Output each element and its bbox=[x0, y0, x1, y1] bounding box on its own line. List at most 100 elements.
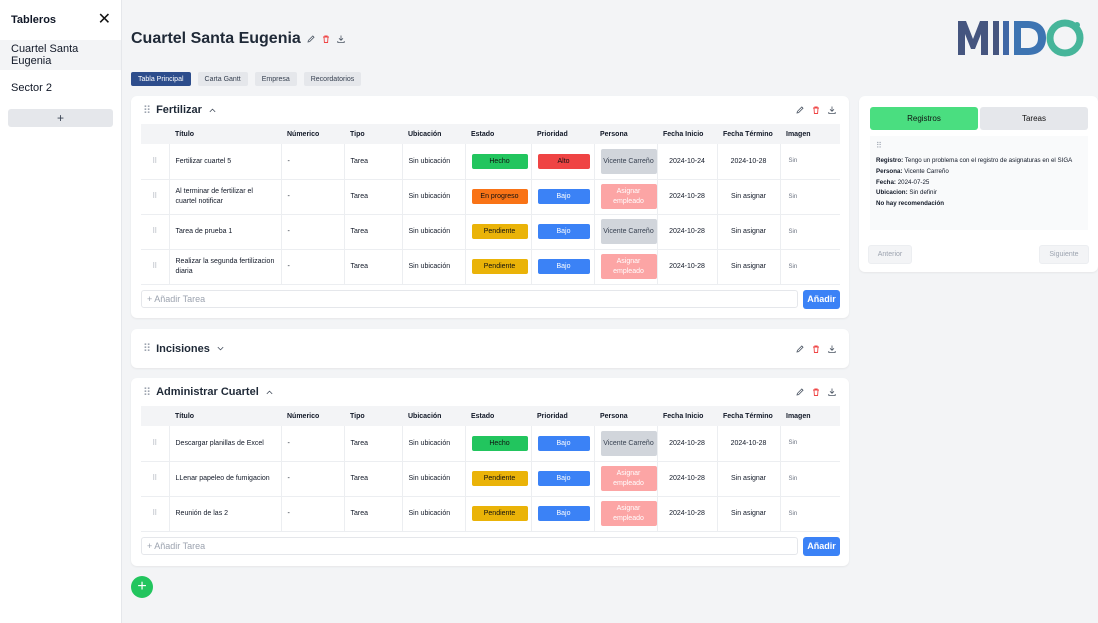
drag-handle-icon[interactable]: ⠿ bbox=[143, 386, 151, 399]
cell-inicio: 2024-10-28 bbox=[657, 426, 718, 462]
drag-handle-icon[interactable]: ⠿ bbox=[141, 144, 170, 180]
download-icon[interactable] bbox=[827, 387, 837, 397]
person-assign-button[interactable]: Vicente Carreño bbox=[600, 148, 657, 174]
person-assign-button[interactable]: Vicente Carreño bbox=[600, 219, 657, 244]
cell-titulo[interactable]: Al terminar de fertilizar el cuartel not… bbox=[169, 179, 282, 215]
person-assign-button[interactable]: Asignar empleado bbox=[600, 501, 657, 526]
next-button[interactable]: Siguiente bbox=[1039, 245, 1089, 264]
date-label: Fecha: bbox=[876, 178, 896, 186]
broken-image-icon[interactable]: Sin bbox=[787, 158, 835, 164]
broken-image-icon[interactable]: Sin bbox=[787, 511, 835, 517]
drag-handle-icon[interactable]: ⠿ bbox=[141, 426, 170, 462]
tab-recordatorios[interactable]: Recordatorios bbox=[303, 72, 362, 86]
cell-titulo[interactable]: LLenar papeleo de fumigacion bbox=[169, 461, 282, 497]
cell-prioridad: Bajo bbox=[531, 461, 595, 497]
cell-imagen[interactable]: Sin bbox=[780, 426, 840, 462]
cell-persona: Asignar empleado bbox=[594, 461, 658, 497]
drag-handle-icon[interactable]: ⠿ bbox=[141, 179, 170, 215]
chevron-up-icon[interactable] bbox=[208, 106, 217, 115]
edit-icon[interactable] bbox=[795, 105, 805, 115]
tab-registros[interactable]: Registros bbox=[870, 107, 978, 130]
record-location: Ubicacion: Sin definir bbox=[876, 188, 1082, 197]
add-task-button[interactable]: Añadir bbox=[803, 536, 840, 556]
person-assign-button[interactable]: Asignar empleado bbox=[600, 184, 657, 209]
cell-imagen[interactable]: Sin bbox=[780, 249, 840, 285]
status-badge[interactable]: Pendiente bbox=[471, 471, 528, 486]
status-badge[interactable]: En progreso bbox=[471, 189, 528, 204]
person-label: Persona: bbox=[876, 167, 903, 175]
tab-carta-gantt[interactable]: Carta Gantt bbox=[197, 72, 248, 86]
record-date: Fecha: 2024-07-25 bbox=[876, 178, 1082, 187]
drag-handle-icon[interactable]: ⠿ bbox=[141, 496, 170, 532]
priority-badge[interactable]: Bajo bbox=[537, 506, 590, 521]
add-group-button[interactable]: + bbox=[131, 576, 153, 598]
sidebar-item-cuartel-santa-eugenia[interactable]: Cuartel Santa Eugenia bbox=[0, 40, 121, 70]
column-header: Fecha Inicio bbox=[657, 124, 717, 144]
priority-badge[interactable]: Bajo bbox=[537, 471, 590, 486]
cell-imagen[interactable]: Sin bbox=[780, 214, 840, 250]
status-badge[interactable]: Pendiente bbox=[471, 224, 528, 239]
person-assign-button[interactable]: Vicente Carreño bbox=[600, 430, 657, 456]
cell-titulo[interactable]: Fertilizar cuartel 5 bbox=[169, 144, 282, 180]
trash-icon[interactable] bbox=[811, 105, 821, 115]
status-badge[interactable]: Hecho bbox=[471, 153, 528, 169]
priority-badge[interactable]: Bajo bbox=[537, 435, 590, 451]
tab-empresa[interactable]: Empresa bbox=[254, 72, 297, 86]
broken-image-icon[interactable]: Sin bbox=[787, 194, 835, 200]
drag-handle-icon[interactable]: ⠿ bbox=[143, 104, 151, 117]
cell-titulo[interactable]: Tarea de prueba 1 bbox=[169, 214, 282, 250]
edit-icon[interactable] bbox=[306, 34, 316, 44]
broken-image-icon[interactable]: Sin bbox=[787, 440, 835, 446]
drag-handle-icon[interactable]: ⠿ bbox=[141, 214, 170, 250]
previous-button[interactable]: Anterior bbox=[868, 245, 912, 264]
cell-tipo: Tarea bbox=[344, 249, 403, 285]
status-badge[interactable]: Hecho bbox=[471, 435, 528, 451]
download-icon[interactable] bbox=[827, 344, 837, 354]
add-task-button[interactable]: Añadir bbox=[803, 289, 840, 309]
broken-image-icon[interactable]: Sin bbox=[787, 264, 835, 270]
drag-handle-icon[interactable]: ⠿ bbox=[141, 461, 170, 497]
drag-handle-icon[interactable]: ⠿ bbox=[141, 249, 170, 285]
priority-badge[interactable]: Bajo bbox=[537, 259, 590, 274]
tab-tareas[interactable]: Tareas bbox=[980, 107, 1088, 130]
recommendation: No hay recomendación bbox=[876, 199, 1082, 208]
status-badge[interactable]: Pendiente bbox=[471, 259, 528, 274]
add-task-input[interactable]: + Añadir Tarea bbox=[141, 290, 798, 308]
cell-imagen[interactable]: Sin bbox=[780, 144, 840, 180]
tab-tabla-principal[interactable]: Tabla Principal bbox=[131, 72, 191, 86]
board-title: Incisiones bbox=[156, 342, 210, 355]
cell-titulo[interactable]: Realizar la segunda fertilizacion diaria bbox=[169, 249, 282, 285]
priority-badge[interactable]: Bajo bbox=[537, 224, 590, 239]
trash-icon[interactable] bbox=[321, 34, 331, 44]
priority-badge[interactable]: Bajo bbox=[537, 189, 590, 204]
status-badge[interactable]: Pendiente bbox=[471, 506, 528, 521]
trash-icon[interactable] bbox=[811, 387, 821, 397]
sidebar-item-sector-2[interactable]: Sector 2 bbox=[0, 73, 121, 103]
chevron-down-icon[interactable] bbox=[216, 344, 225, 353]
close-icon[interactable]: ✕ bbox=[98, 12, 111, 28]
cell-persona: Vicente Carreño bbox=[594, 144, 658, 180]
cell-ubicacion: Sin ubicación bbox=[402, 249, 466, 285]
cell-imagen[interactable]: Sin bbox=[780, 461, 840, 497]
chevron-up-icon[interactable] bbox=[265, 388, 274, 397]
board-header: ⠿ Administrar Cuartel bbox=[131, 378, 849, 406]
person-assign-button[interactable]: Asignar empleado bbox=[600, 254, 657, 279]
person-assign-button[interactable]: Asignar empleado bbox=[600, 466, 657, 491]
edit-icon[interactable] bbox=[795, 344, 805, 354]
cell-imagen[interactable]: Sin bbox=[780, 179, 840, 215]
edit-icon[interactable] bbox=[795, 387, 805, 397]
cell-imagen[interactable]: Sin bbox=[780, 496, 840, 532]
broken-image-icon[interactable]: Sin bbox=[787, 476, 835, 482]
cell-titulo[interactable]: Reunión de las 2 bbox=[169, 496, 282, 532]
download-icon[interactable] bbox=[336, 34, 346, 44]
add-board-button[interactable]: + bbox=[8, 109, 113, 127]
priority-badge[interactable]: Alto bbox=[537, 153, 590, 169]
cell-termino: Sin asignar bbox=[717, 461, 781, 497]
cell-titulo[interactable]: Descargar planillas de Excel bbox=[169, 426, 282, 462]
download-icon[interactable] bbox=[827, 105, 837, 115]
trash-icon[interactable] bbox=[811, 344, 821, 354]
drag-handle-icon[interactable]: ⠿ bbox=[143, 342, 151, 355]
record-value: Tengo un problema con el registro de asi… bbox=[904, 157, 1073, 164]
broken-image-icon[interactable]: Sin bbox=[787, 229, 835, 235]
add-task-input[interactable]: + Añadir Tarea bbox=[141, 537, 798, 555]
